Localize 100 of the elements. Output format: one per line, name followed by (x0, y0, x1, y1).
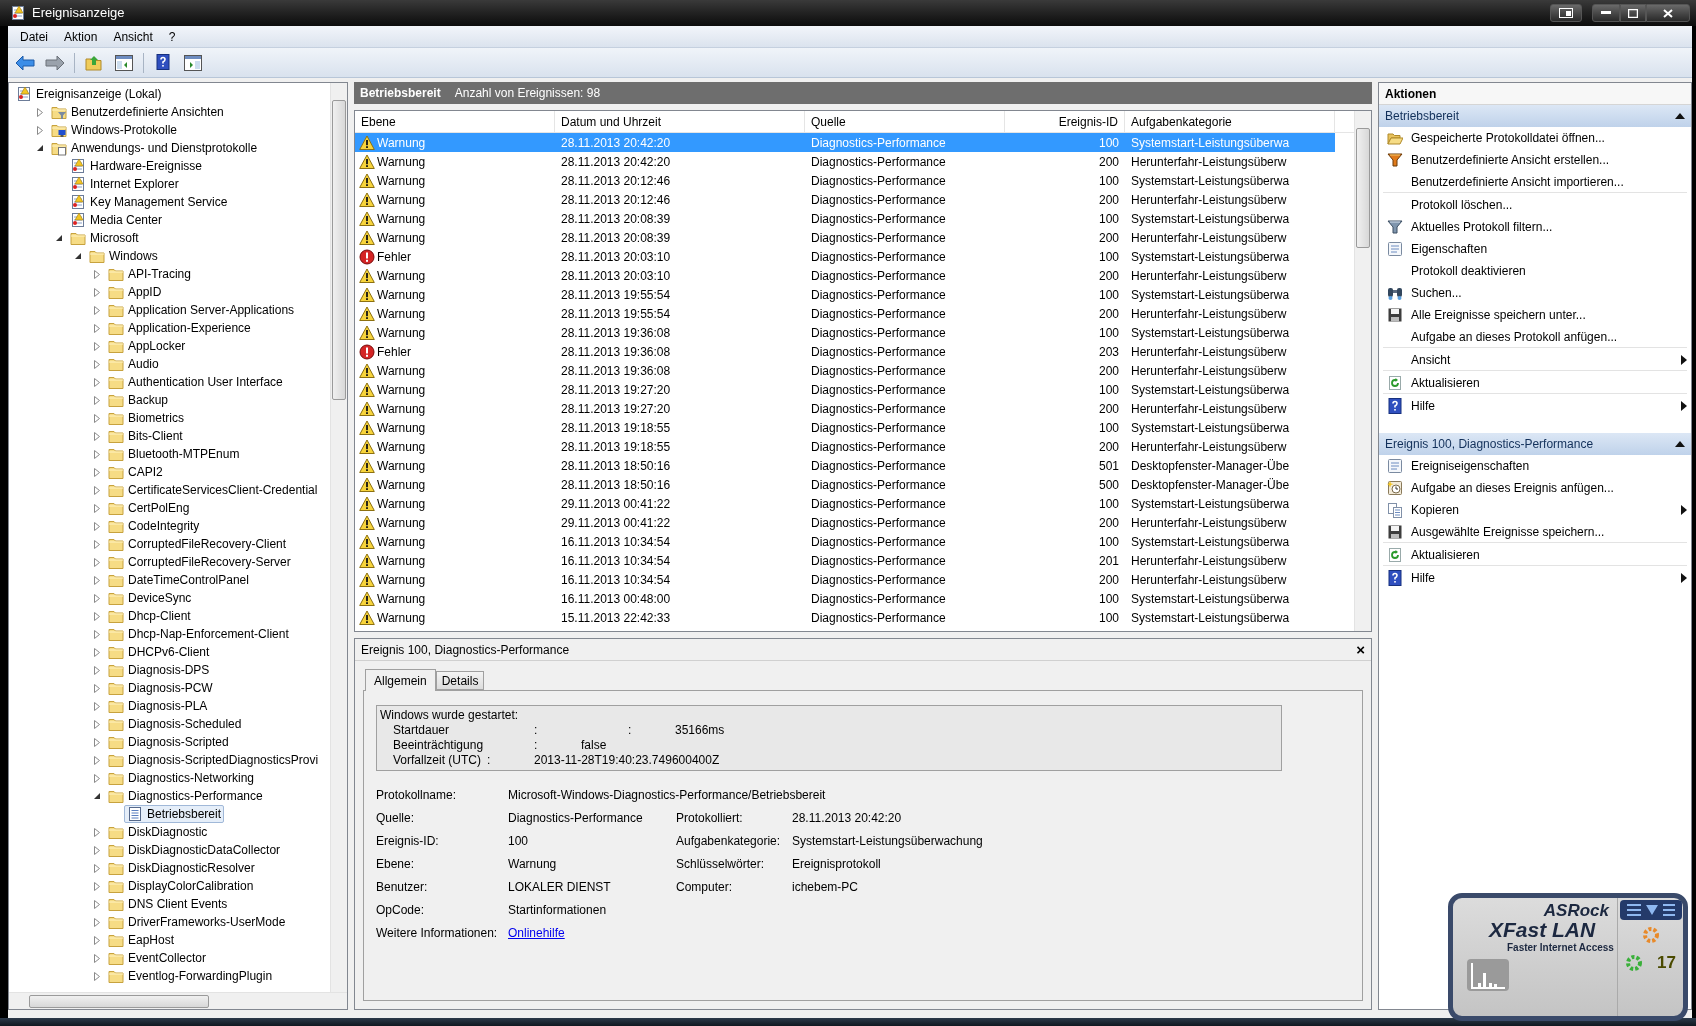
expand-arrow-icon[interactable] (93, 431, 101, 441)
tree-item[interactable]: Bits-Client (105, 427, 186, 445)
tree-item[interactable]: CorruptedFileRecovery-Server (105, 553, 294, 571)
action-item[interactable]: Protokoll deaktivieren (1383, 260, 1687, 282)
tree-item[interactable]: DateTimeControlPanel (105, 571, 252, 589)
tree-item[interactable]: CertPolEng (105, 499, 193, 517)
action-item[interactable]: Suchen... (1383, 282, 1687, 304)
close-button[interactable]: × (1356, 642, 1365, 657)
collapse-arrow-icon[interactable] (55, 234, 63, 242)
action-item[interactable]: Ausgewählte Ereignisse speichern... (1383, 521, 1687, 543)
expand-arrow-icon[interactable] (93, 971, 101, 981)
expand-arrow-icon[interactable] (93, 881, 101, 891)
action-item[interactable]: Aufgabe an dieses Protokoll anfügen... (1383, 326, 1687, 348)
action-item[interactable]: Aktualisieren (1383, 544, 1687, 566)
tree-item[interactable]: Audio (105, 355, 162, 373)
expand-arrow-icon[interactable] (93, 629, 101, 639)
table-row[interactable]: Fehler 28.11.2013 20:03:10 Diagnostics-Performance 100 Systemstart-Leistungsüberwa (355, 247, 1335, 266)
expand-arrow-icon[interactable] (93, 917, 101, 927)
expand-arrow-icon[interactable] (93, 575, 101, 585)
expand-arrow-icon[interactable] (93, 953, 101, 963)
tree-item[interactable]: DHCPv6-Client (105, 643, 213, 661)
table-row[interactable]: Warnung 28.11.2013 19:36:08 Diagnostics-Performance 100 Systemstart-Leistungsüberwa (355, 323, 1335, 342)
expand-arrow-icon[interactable] (93, 539, 101, 549)
tree-item[interactable]: Anwendungs- und Dienstprotokolle (48, 139, 261, 157)
expand-arrow-icon[interactable] (93, 593, 101, 603)
collapse-arrow-icon[interactable] (74, 252, 82, 260)
action-item[interactable]: Hilfe (1383, 395, 1687, 417)
expand-arrow-icon[interactable] (93, 503, 101, 513)
tree-item[interactable]: Dhcp-Nap-Enforcement-Client (105, 625, 292, 643)
tree-item[interactable]: Microsoft (67, 229, 142, 247)
expand-arrow-icon[interactable] (93, 413, 101, 423)
action-item[interactable]: Benutzerdefinierte Ansicht erstellen... (1383, 149, 1687, 171)
tree-item[interactable]: DiskDiagnosticResolver (105, 859, 258, 877)
tree-item[interactable]: CodeIntegrity (105, 517, 203, 535)
table-row[interactable]: Warnung 16.11.2013 10:34:54 Diagnostics-Performance 200 Herunterfahr-Leistungsüberw (355, 570, 1335, 589)
tree-item[interactable]: CertificateServicesClient-Credential (105, 481, 321, 499)
tree-item[interactable]: Media Center (67, 211, 166, 229)
table-row[interactable]: Warnung 28.11.2013 20:08:39 Diagnostics-Performance 100 Systemstart-Leistungsüberwa (355, 209, 1335, 228)
expand-arrow-icon[interactable] (93, 467, 101, 477)
tree-item[interactable]: Biometrics (105, 409, 187, 427)
action-item[interactable]: Kopieren (1383, 499, 1687, 521)
tree-item[interactable]: Eventlog-ForwardingPlugin (105, 967, 276, 985)
tree-item[interactable]: AppID (105, 283, 165, 301)
vertical-scrollbar[interactable] (1354, 111, 1371, 631)
expand-arrow-icon[interactable] (93, 665, 101, 675)
tree-item[interactable]: Diagnostics-Performance (105, 787, 266, 805)
tree-item[interactable]: Diagnosis-ScriptedDiagnosticsProvi (105, 751, 322, 769)
table-row[interactable]: Warnung 29.11.2013 00:41:22 Diagnostics-Performance 200 Herunterfahr-Leistungsüberw (355, 513, 1335, 532)
tree-item[interactable]: Dhcp-Client (105, 607, 194, 625)
scroll-thumb[interactable] (29, 994, 209, 1008)
tree-item[interactable]: Ereignisanzeige (Lokal) (13, 85, 165, 103)
tree-item[interactable]: Internet Explorer (67, 175, 182, 193)
tree-item[interactable]: Diagnosis-DPS (105, 661, 213, 679)
window-button[interactable] (1550, 4, 1582, 22)
tree-item[interactable]: Diagnosis-Scripted (105, 733, 232, 751)
tree-item[interactable]: CAPI2 (105, 463, 166, 481)
menu-item[interactable]: Datei (14, 26, 54, 47)
expand-arrow-icon[interactable] (93, 305, 101, 315)
table-row[interactable]: Warnung 29.11.2013 00:41:22 Diagnostics-Performance 100 Systemstart-Leistungsüberwa (355, 494, 1335, 513)
expand-arrow-icon[interactable] (93, 557, 101, 567)
expand-arrow-icon[interactable] (93, 521, 101, 531)
expand-arrow-icon[interactable] (93, 647, 101, 657)
tree-item[interactable]: AppLocker (105, 337, 189, 355)
expand-arrow-icon[interactable] (93, 899, 101, 909)
table-row[interactable]: Warnung 16.11.2013 00:48:00 Diagnostics-Performance 100 Systemstart-Leistungsüberwa (355, 589, 1335, 608)
expand-arrow-icon[interactable] (93, 341, 101, 351)
table-row[interactable]: Warnung 28.11.2013 19:18:55 Diagnostics-Performance 200 Herunterfahr-Leistungsüberw (355, 437, 1335, 456)
menu-item[interactable]: Ansicht (107, 26, 159, 47)
table-row[interactable]: Warnung 28.11.2013 20:03:10 Diagnostics-Performance 200 Herunterfahr-Leistungsüberw (355, 266, 1335, 285)
expand-arrow-icon[interactable] (93, 449, 101, 459)
minimize-button[interactable] (1592, 4, 1620, 22)
table-row[interactable]: Warnung 16.11.2013 10:34:54 Diagnostics-Performance 201 Herunterfahr-Leistungsüberw (355, 551, 1335, 570)
tree-item[interactable]: EventCollector (105, 949, 210, 967)
action-item[interactable]: Aktuelles Protokoll filtern... (1383, 216, 1687, 238)
table-row[interactable]: Warnung 28.11.2013 20:12:46 Diagnostics-Performance 200 Herunterfahr-Leistungsüberw (355, 190, 1335, 209)
table-row[interactable]: Warnung 28.11.2013 19:55:54 Diagnostics-Performance 100 Systemstart-Leistungsüberwa (355, 285, 1335, 304)
expand-arrow-icon[interactable] (36, 125, 44, 135)
help-link[interactable]: Onlinehilfe (508, 923, 565, 942)
expand-arrow-icon[interactable] (93, 377, 101, 387)
scroll-thumb[interactable] (332, 100, 346, 400)
tab[interactable]: Details (435, 671, 485, 690)
collapse-arrow-icon[interactable] (93, 792, 101, 800)
table-row[interactable]: Warnung 28.11.2013 19:18:55 Diagnostics-Performance 100 Systemstart-Leistungsüberwa (355, 418, 1335, 437)
section-header[interactable]: Betriebsbereit (1379, 105, 1691, 127)
section-header[interactable]: Ereignis 100, Diagnostics-Performance (1379, 433, 1691, 455)
menu-item[interactable]: Aktion (58, 26, 104, 47)
tree-item[interactable]: CorruptedFileRecovery-Client (105, 535, 290, 553)
expand-arrow-icon[interactable] (93, 863, 101, 873)
tree-item[interactable]: DNS Client Events (105, 895, 231, 913)
tree-item[interactable]: EapHost (105, 931, 178, 949)
expand-arrow-icon[interactable] (93, 395, 101, 405)
tree-item[interactable]: Key Management Service (67, 193, 231, 211)
expand-arrow-icon[interactable] (93, 269, 101, 279)
expand-arrow-icon[interactable] (93, 485, 101, 495)
tree-item[interactable]: Betriebsbereit (124, 805, 225, 823)
tree-item[interactable]: Application-Experience (105, 319, 254, 337)
tree-item[interactable]: Hardware-Ereignisse (67, 157, 206, 175)
action-item[interactable]: Gespeicherte Protokolldatei öffnen... (1383, 127, 1687, 149)
tree-item[interactable]: DeviceSync (105, 589, 195, 607)
action-item[interactable]: Hilfe (1383, 567, 1687, 589)
